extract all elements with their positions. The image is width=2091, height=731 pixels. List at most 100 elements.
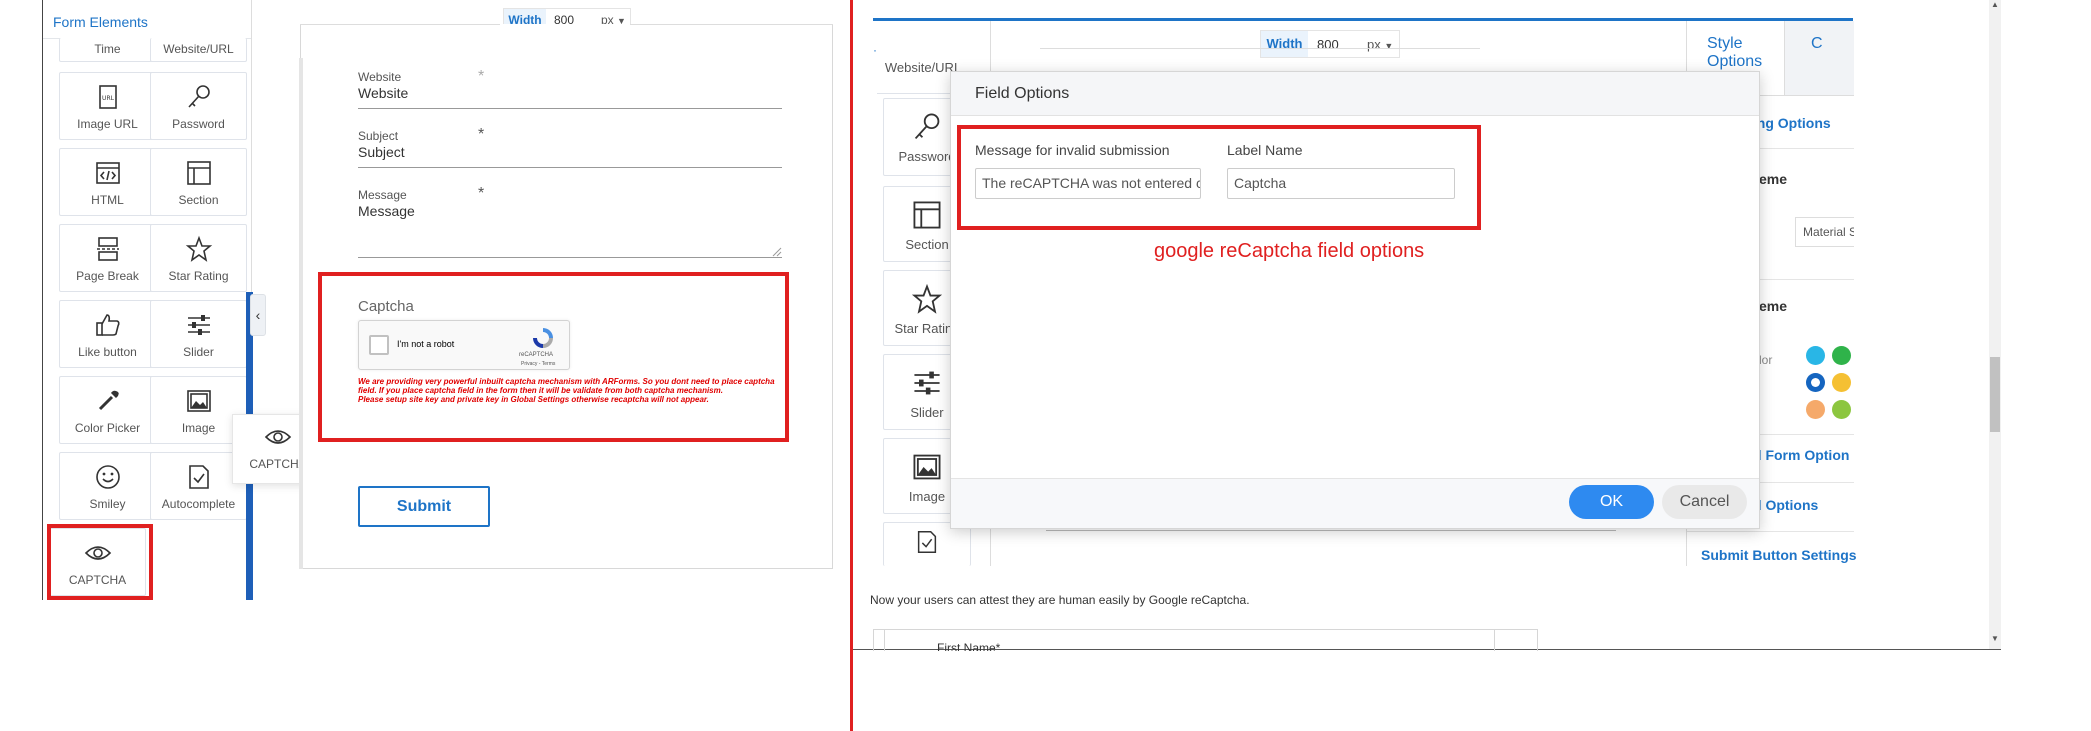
field-label: Subject bbox=[358, 129, 399, 143]
palette-item-star-rating[interactable]: Star Rating bbox=[150, 224, 247, 292]
warning-line-1: We are providing very powerful inbuilt c… bbox=[358, 377, 775, 395]
panel-title: Form Elements bbox=[53, 14, 148, 30]
palette-item-label: Page Break bbox=[76, 269, 139, 283]
right-screen: ▲ ▼ · Website/URL Password Section Star … bbox=[853, 0, 2001, 651]
smiley-icon bbox=[95, 465, 120, 489]
palette-item-label: Like button bbox=[78, 345, 137, 359]
section-icon bbox=[913, 201, 941, 229]
scroll-up-icon[interactable]: ▲ bbox=[1991, 0, 1999, 9]
palette-item-time[interactable]: Time bbox=[59, 38, 156, 62]
swatch[interactable] bbox=[1832, 400, 1851, 419]
page-scrollbar[interactable]: ▲ ▼ bbox=[1989, 0, 2001, 649]
unit-select[interactable]: px ▼ bbox=[1367, 37, 1393, 52]
swatch[interactable] bbox=[1806, 346, 1825, 365]
field-subject[interactable]: Subject Subject bbox=[358, 129, 782, 169]
submit-button[interactable]: Submit bbox=[358, 486, 490, 527]
tab-next[interactable]: C bbox=[1784, 21, 1854, 95]
dialog-header: Field Options bbox=[951, 72, 1759, 116]
panel-row-options[interactable]: d Options bbox=[1753, 497, 1818, 513]
key-icon bbox=[914, 113, 940, 140]
panel-row-color-scheme: eme bbox=[1759, 298, 1788, 314]
chevron-left-icon: ‹ bbox=[255, 307, 261, 323]
selected-dot bbox=[1811, 378, 1820, 387]
autocomplete-icon bbox=[188, 465, 209, 489]
palette-item-label: Smiley bbox=[89, 497, 126, 511]
recaptcha-terms: Privacy - Terms bbox=[521, 361, 556, 367]
width-input[interactable]: 800 bbox=[1317, 37, 1339, 52]
warning-line-2: Please setup site key and private key in… bbox=[358, 395, 709, 404]
recaptcha-checkbox[interactable] bbox=[369, 335, 389, 355]
scroll-down-icon[interactable]: ▼ bbox=[1991, 634, 1999, 643]
slider-icon bbox=[914, 371, 940, 395]
field-underline bbox=[358, 167, 782, 168]
panel-row-submit-button-settings[interactable]: Submit Button Settings bbox=[1701, 547, 1857, 563]
field-underline bbox=[358, 257, 782, 258]
annotation-text: google reCaptcha field options bbox=[1154, 240, 1425, 262]
dialog-title: Field Options bbox=[975, 85, 1070, 102]
palette-item-color-picker[interactable]: Color Picker bbox=[59, 376, 156, 444]
width-control: Width 800 px ▼ bbox=[1260, 30, 1400, 58]
palette-item-label: Website/URL bbox=[163, 42, 234, 56]
sidebar-item-label: Password bbox=[898, 149, 956, 164]
divider bbox=[300, 24, 500, 25]
partial-field-label: First Name* bbox=[937, 641, 1001, 651]
field-label: Website bbox=[358, 70, 402, 84]
recaptcha-widget[interactable]: I'm not a robot reCAPTCHA Privacy - Term… bbox=[358, 320, 570, 370]
palette-item-page-break[interactable]: Page Break bbox=[59, 224, 156, 292]
left-screen: Form Elements Time Website/URL URL Image… bbox=[0, 0, 850, 731]
scroll-thumb[interactable] bbox=[1990, 357, 2000, 432]
panel-row-theme: eme bbox=[1759, 171, 1788, 187]
recaptcha-text: I'm not a robot bbox=[397, 339, 455, 349]
unit-value: px bbox=[1367, 37, 1381, 52]
ok-button[interactable]: OK bbox=[1569, 485, 1654, 519]
palette-item-website[interactable]: Website/URL bbox=[150, 38, 247, 62]
preview-inner-border bbox=[1494, 630, 1495, 651]
preview-inner-border bbox=[884, 630, 885, 651]
sidebar-top-marker: · bbox=[873, 43, 877, 57]
field-website[interactable]: Website Website bbox=[358, 70, 782, 110]
autocomplete-icon bbox=[917, 531, 937, 553]
palette-item-image-url[interactable]: URL Image URL bbox=[59, 72, 156, 140]
panel-row-form-options[interactable]: d Form Option bbox=[1753, 447, 1849, 463]
palette-item-smiley[interactable]: Smiley bbox=[59, 452, 156, 520]
field-message[interactable]: Message Message bbox=[358, 188, 782, 258]
cancel-button[interactable]: Cancel bbox=[1662, 485, 1747, 519]
sidebar-item-label: Image bbox=[908, 489, 946, 504]
field-value: Website bbox=[358, 85, 409, 101]
palette-item-section[interactable]: Section bbox=[150, 148, 247, 216]
palette-item-label: HTML bbox=[91, 193, 124, 207]
palette-item-like-button[interactable]: Like button bbox=[59, 300, 156, 368]
swatch[interactable] bbox=[1806, 400, 1825, 419]
swatch-selected[interactable] bbox=[1806, 373, 1825, 392]
recaptcha-brand: reCAPTCHA bbox=[519, 352, 554, 358]
sidebar-item-label: Slider bbox=[910, 405, 944, 420]
collapse-panel-button[interactable]: ‹ bbox=[250, 294, 266, 336]
required-star: * bbox=[478, 185, 485, 202]
canvas-left-border bbox=[299, 58, 303, 569]
captcha-warning: We are providing very powerful inbuilt c… bbox=[358, 377, 782, 404]
highlight-captcha-element bbox=[47, 524, 153, 600]
panel-row-styling-options[interactable]: ling Options bbox=[1749, 115, 1831, 131]
palette-item-password[interactable]: Password bbox=[150, 72, 247, 140]
recaptcha-logo-icon bbox=[533, 328, 553, 348]
theme-select[interactable]: Material S bbox=[1795, 217, 1854, 247]
palette-item-label: Password bbox=[172, 117, 225, 131]
swatch[interactable] bbox=[1832, 373, 1851, 392]
palette-item-label: Slider bbox=[183, 345, 214, 359]
palette-item-html[interactable]: HTML bbox=[59, 148, 156, 216]
sidebar-item-label: Section bbox=[905, 237, 949, 252]
eye-icon bbox=[264, 430, 292, 444]
palette-item-slider[interactable]: Slider bbox=[150, 300, 247, 368]
thumbs-up-icon bbox=[95, 314, 120, 336]
page-caption: Now your users can attest they are human… bbox=[870, 593, 1250, 607]
field-value: Message bbox=[358, 203, 415, 219]
width-label: Width bbox=[1261, 31, 1308, 57]
required-star: * bbox=[478, 126, 485, 143]
field-value: Subject bbox=[358, 144, 405, 160]
swatch[interactable] bbox=[1832, 346, 1851, 365]
highlight-field-options bbox=[957, 125, 1481, 230]
code-icon bbox=[95, 162, 120, 184]
canvas-edge bbox=[1040, 48, 1480, 49]
caret-down-icon: ▼ bbox=[1384, 41, 1394, 51]
star-icon bbox=[185, 235, 212, 262]
